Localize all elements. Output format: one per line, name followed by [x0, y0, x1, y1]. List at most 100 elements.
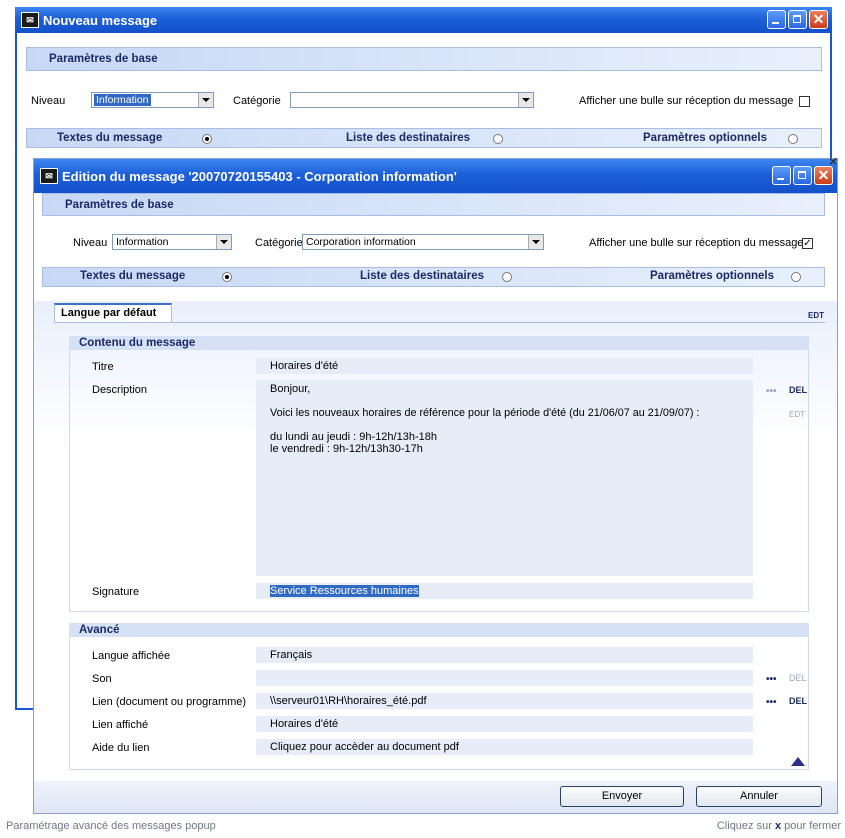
titre-value: Horaires d'été: [270, 360, 339, 372]
overlay-close-icon[interactable]: ×: [829, 153, 837, 169]
close-button[interactable]: ✕: [809, 10, 828, 29]
chevron-down-icon[interactable]: [216, 235, 231, 249]
langue-value: Français: [270, 649, 313, 661]
status-close-x[interactable]: x: [775, 820, 781, 832]
maximize-button[interactable]: [788, 10, 807, 29]
son-dots-icon[interactable]: •••: [766, 675, 777, 685]
description-edit-language-icon[interactable]: DEL: [789, 385, 807, 395]
back-section-base: Paramètres de base: [26, 47, 822, 71]
app-icon: ✉: [40, 168, 58, 184]
app-icon: ✉: [21, 12, 39, 28]
titre-label: Titre: [92, 361, 114, 373]
back-bulle-label: Afficher une bulle sur réception du mess…: [579, 95, 794, 107]
langue-field[interactable]: Français: [256, 647, 753, 663]
front-categorie-value: Corporation information: [306, 236, 416, 248]
son-field[interactable]: [256, 670, 753, 686]
front-tab-parametres[interactable]: Paramètres optionnels: [650, 270, 774, 282]
back-bulle-checkbox[interactable]: [799, 96, 810, 107]
signature-value: Service Ressources humaines: [270, 585, 419, 597]
back-categorie-label: Catégorie: [233, 95, 281, 107]
aide-value: Cliquez pour accèder au document pdf: [270, 741, 459, 753]
minimize-button[interactable]: [767, 10, 786, 29]
front-title-bar[interactable]: ✉ Edition du message '20070720155403 - C…: [34, 159, 837, 193]
description-line: le vendredi : 9h-12h/13h30-17h: [270, 443, 423, 455]
back-tab-parametres[interactable]: Paramètres optionnels: [643, 132, 767, 144]
front-tab-destinataires[interactable]: Liste des destinataires: [360, 270, 484, 282]
description-dots-icon[interactable]: •••: [766, 387, 777, 397]
minimize-button[interactable]: [772, 166, 791, 185]
description-line: [270, 395, 753, 407]
status-bar: Paramétrage avancé des messages popup Cl…: [0, 815, 845, 838]
description-line: Bonjour,: [270, 383, 311, 395]
son-edit-language-icon[interactable]: DEL: [789, 673, 807, 683]
section-base-label: Paramètres de base: [49, 53, 158, 65]
front-section-base: Paramètres de base: [42, 193, 825, 216]
front-tab-textes[interactable]: Textes du message: [80, 270, 185, 282]
lien-edit-language-icon[interactable]: DEL: [789, 696, 807, 706]
description-line: Voici les nouveaux horaires de référence…: [270, 407, 700, 419]
son-label: Son: [92, 673, 112, 685]
front-niveau-label: Niveau: [73, 237, 108, 249]
lien-value: \\serveur01\RH\horaires_été.pdf: [270, 695, 427, 707]
back-tab-textes[interactable]: Textes du message: [57, 132, 162, 144]
back-radio-textes[interactable]: [202, 134, 212, 144]
lien-field[interactable]: \\serveur01\RH\horaires_été.pdf: [256, 693, 753, 709]
status-left: Paramétrage avancé des messages popup: [6, 820, 216, 832]
maximize-button[interactable]: [793, 166, 812, 185]
front-radio-textes[interactable]: [222, 272, 232, 282]
chevron-down-icon[interactable]: [198, 93, 213, 107]
description-line: [270, 419, 753, 431]
front-window-title: Edition du message '20070720155403 - Cor…: [62, 168, 457, 184]
front-categorie-label: Catégorie: [255, 237, 303, 249]
envoyer-button[interactable]: Envoyer: [560, 786, 684, 807]
description-edit-translate-icon[interactable]: EDT: [789, 410, 805, 419]
langue-label: Langue affichée: [92, 650, 171, 662]
signature-field[interactable]: Service Ressources humaines: [256, 583, 753, 599]
front-bulle-checkbox[interactable]: ✓: [802, 238, 813, 249]
front-niveau-select[interactable]: Information: [112, 234, 232, 250]
contenu-header: Contenu du message: [69, 336, 809, 350]
description-label: Description: [92, 384, 148, 396]
description-line: du lundi au jeudi : 9h-12h/13h-18h: [270, 431, 437, 443]
avance-header-label: Avancé: [79, 624, 120, 636]
chevron-down-icon[interactable]: [528, 235, 543, 249]
chevron-down-icon[interactable]: [518, 93, 533, 107]
language-tab-label: Langue par défaut: [61, 307, 157, 319]
status-right-prefix: Cliquez sur: [716, 820, 772, 832]
lien-affiche-value: Horaires d'été: [270, 718, 339, 730]
front-radio-parametres[interactable]: [791, 272, 801, 282]
status-right-suffix: pour fermer: [784, 820, 841, 832]
envoyer-label: Envoyer: [601, 790, 643, 802]
front-categorie-select[interactable]: Corporation information: [302, 234, 544, 250]
back-niveau-select[interactable]: Information: [91, 92, 214, 108]
lien-affiche-label: Lien affiché: [92, 719, 149, 731]
back-niveau-value: Information: [94, 94, 151, 106]
lien-label: Lien (document ou programme): [92, 696, 247, 708]
signature-label: Signature: [92, 586, 140, 598]
front-niveau-value: Information: [116, 236, 169, 248]
back-categorie-select[interactable]: [290, 92, 534, 108]
edit-translate-icon[interactable]: EDT: [808, 311, 824, 320]
aide-field[interactable]: Cliquez pour accèder au document pdf: [256, 739, 753, 755]
section-base-label: Paramètres de base: [65, 198, 174, 211]
titre-field[interactable]: Horaires d'été: [256, 358, 753, 374]
lien-dots-icon[interactable]: •••: [766, 698, 777, 708]
description-textarea[interactable]: Bonjour, Voici les nouveaux horaires de …: [256, 380, 753, 576]
lien-affiche-field[interactable]: Horaires d'été: [256, 716, 753, 732]
back-radio-destinataires[interactable]: [493, 134, 503, 144]
tab-panel-border: [54, 322, 825, 323]
contenu-header-label: Contenu du message: [79, 337, 196, 349]
back-niveau-label: Niveau: [31, 95, 66, 107]
annuler-label: Annuler: [740, 790, 778, 802]
front-bulle-label: Afficher une bulle sur réception du mess…: [589, 237, 804, 249]
status-right: Cliquez sur x pour fermer: [717, 820, 841, 832]
front-radio-destinataires[interactable]: [502, 272, 512, 282]
annuler-button[interactable]: Annuler: [696, 786, 822, 807]
language-tab[interactable]: Langue par défaut: [54, 303, 172, 323]
back-radio-parametres[interactable]: [788, 134, 798, 144]
collapse-up-icon[interactable]: [791, 757, 805, 766]
aide-label: Aide du lien: [92, 742, 150, 754]
back-tab-destinataires[interactable]: Liste des destinataires: [346, 132, 470, 144]
avance-header: Avancé: [69, 623, 809, 637]
back-title-bar[interactable]: ✉ Nouveau message ✕: [15, 7, 832, 33]
